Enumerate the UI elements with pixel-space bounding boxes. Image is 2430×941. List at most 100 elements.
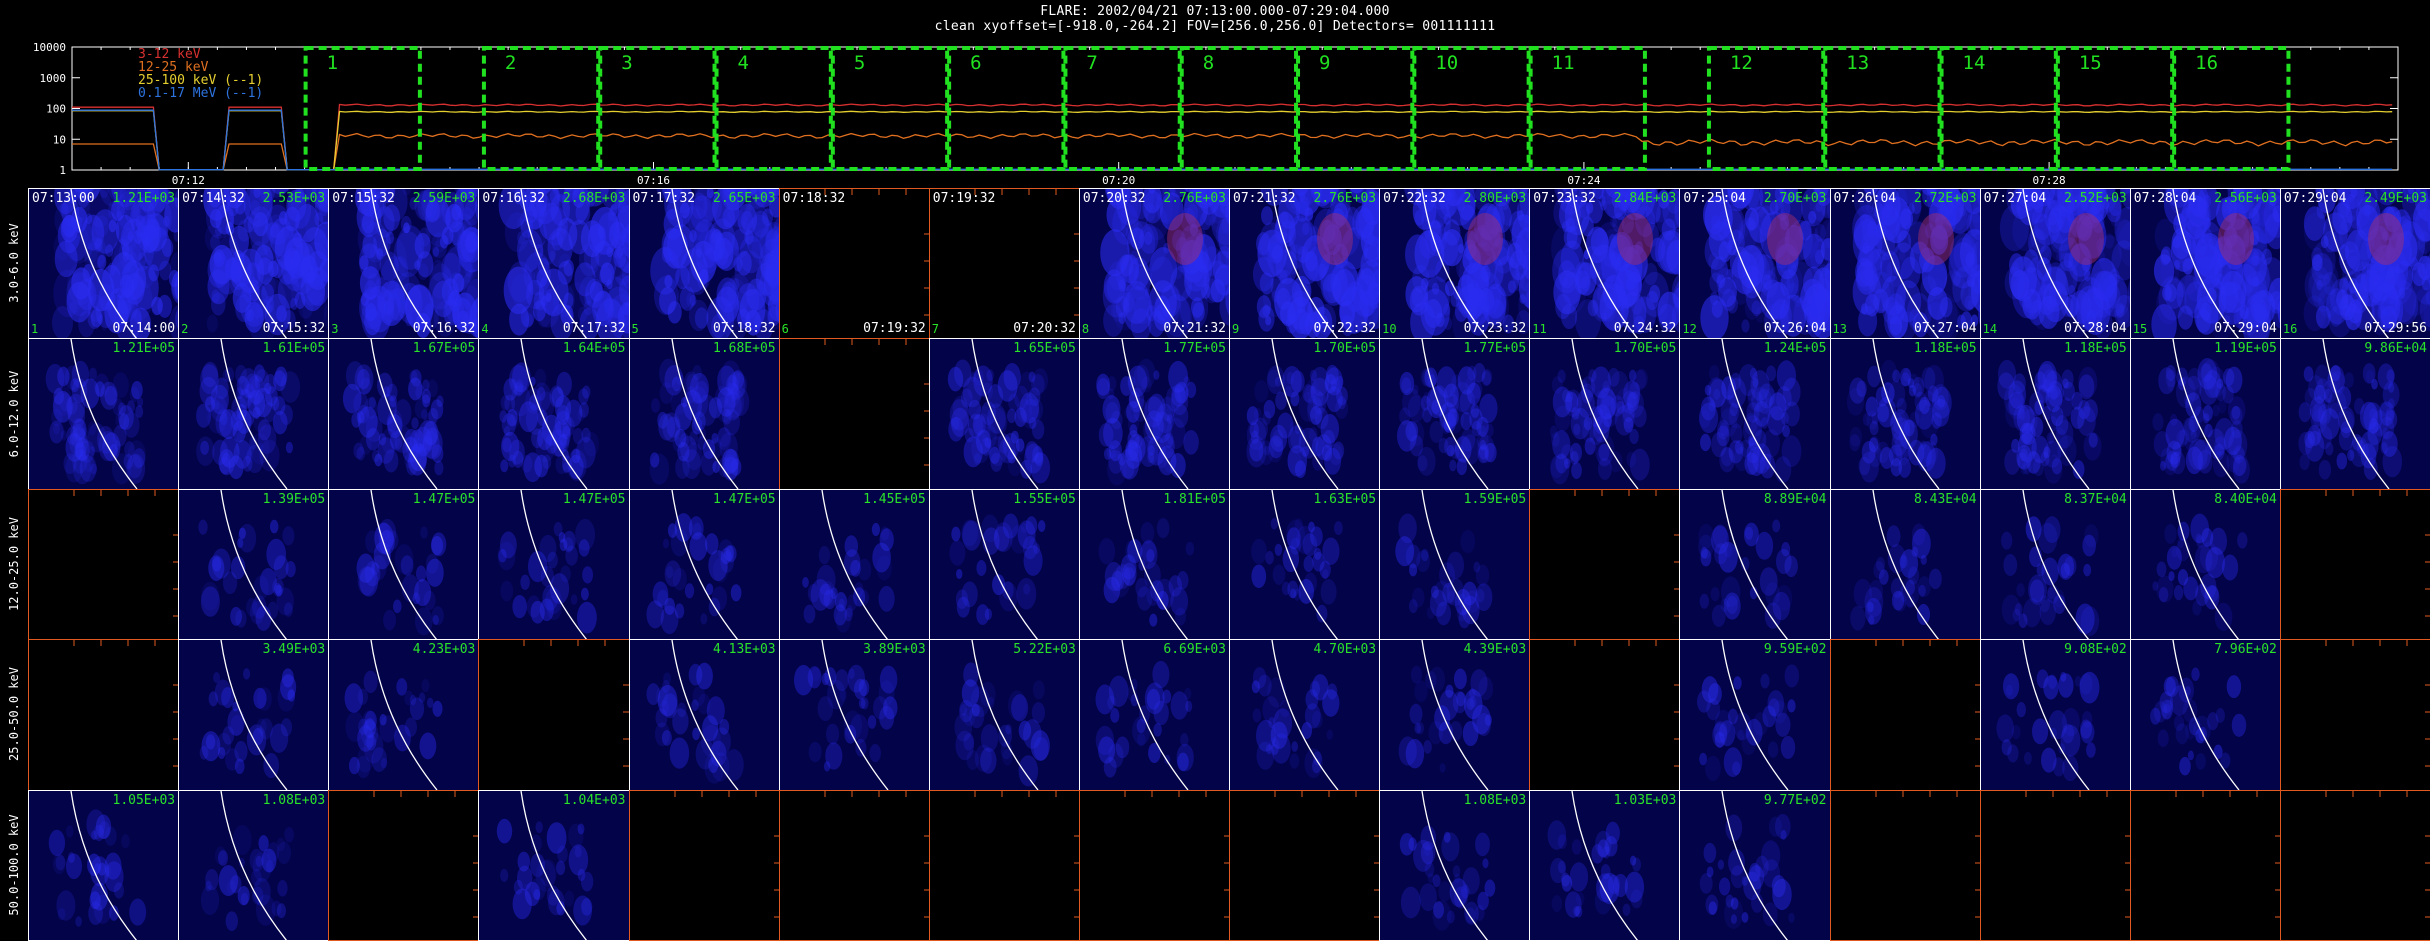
image-panel[interactable]: 1.64E+05 [478,338,629,489]
image-panel[interactable]: 2.56E+0307:28:0407:29:0415 [2130,188,2281,339]
image-panel[interactable] [1529,639,1680,790]
image-map [780,640,930,790]
image-panel[interactable]: 4.39E+03 [1379,639,1530,790]
image-panel[interactable]: 2.76E+0307:20:3207:21:328 [1079,188,1230,339]
image-panel[interactable] [1079,790,1230,941]
image-panel[interactable]: 1.70E+05 [1229,338,1380,489]
interval-end-time: 07:16:32 [413,321,476,336]
image-panel[interactable]: 2.59E+0307:15:3207:16:323 [328,188,479,339]
image-panel[interactable]: 6.69E+03 [1079,639,1230,790]
image-panel[interactable]: 9.77E+02 [1679,790,1830,941]
image-panel[interactable]: 1.45E+05 [779,489,930,640]
image-panel[interactable] [2280,639,2430,790]
image-panel[interactable] [28,639,179,790]
image-panel[interactable]: 2.72E+0307:26:0407:27:0413 [1830,188,1981,339]
emission-blob [1018,755,1037,786]
image-panel[interactable]: 1.67E+05 [328,338,479,489]
image-panel[interactable] [1529,489,1680,640]
emission-blob [1745,527,1753,540]
image-panel[interactable] [629,790,780,941]
image-panel[interactable]: 1.70E+05 [1529,338,1680,489]
image-panel[interactable]: 07:18:3207:19:326 [779,188,930,339]
image-map [329,640,479,790]
image-panel[interactable]: 2.80E+0307:22:3207:23:3210 [1379,188,1530,339]
image-panel[interactable]: 3.89E+03 [779,639,930,790]
image-panel[interactable]: 1.63E+05 [1229,489,1380,640]
image-panel[interactable]: 3.49E+03 [178,639,329,790]
image-panel[interactable]: 2.76E+0307:21:3207:22:329 [1229,188,1380,339]
image-map [329,490,479,640]
image-panel[interactable]: 5.22E+03 [929,639,1080,790]
image-panel[interactable]: 2.52E+0307:27:0407:28:0414 [1980,188,2131,339]
image-panel[interactable]: 1.39E+05 [178,489,329,640]
image-panel[interactable]: 9.59E+02 [1679,639,1830,790]
image-panel[interactable] [1980,790,2131,941]
image-panel[interactable]: 1.61E+05 [178,338,329,489]
emission-blob [2363,364,2376,385]
emission-blob [1018,721,1030,741]
image-panel[interactable]: 8.40E+04 [2130,489,2281,640]
peak-flux: 4.13E+03 [713,642,776,657]
image-panel[interactable]: 4.70E+03 [1229,639,1380,790]
image-panel[interactable]: 1.47E+05 [328,489,479,640]
image-panel[interactable] [28,489,179,640]
image-panel[interactable]: 1.18E+05 [1980,338,2131,489]
image-panel[interactable]: 9.08E+02 [1980,639,2131,790]
image-panel[interactable] [2280,790,2430,941]
image-panel[interactable]: 8.37E+04 [1980,489,2131,640]
emission-blob [1327,730,1333,740]
peak-flux: 2.70E+03 [1764,191,1827,206]
image-panel[interactable] [328,790,479,941]
image-panel[interactable]: 8.89E+04 [1679,489,1830,640]
image-panel[interactable]: 1.77E+05 [1079,338,1230,489]
emission-blob [2060,672,2066,682]
image-panel[interactable]: 9.86E+04 [2280,338,2430,489]
image-panel[interactable]: 1.04E+03 [478,790,629,941]
image-panel[interactable]: 1.47E+05 [478,489,629,640]
image-panel[interactable]: 4.13E+03 [629,639,780,790]
image-panel[interactable]: 1.81E+05 [1079,489,1230,640]
image-panel[interactable]: 1.65E+05 [929,338,1080,489]
image-panel[interactable]: 1.05E+03 [28,790,179,941]
image-panel[interactable]: 7.96E+02 [2130,639,2281,790]
interval-box [600,48,714,169]
peak-flux: 1.21E+03 [113,191,176,206]
image-panel[interactable]: 2.65E+0307:17:3207:18:325 [629,188,780,339]
image-panel[interactable]: 4.23E+03 [328,639,479,790]
image-panel[interactable] [1229,790,1380,941]
image-panel[interactable]: 8.43E+04 [1830,489,1981,640]
image-map [1831,189,1981,339]
image-panel[interactable]: 07:19:3207:20:327 [929,188,1080,339]
image-map [1981,490,2131,640]
emission-blob [1700,434,1711,451]
image-panel[interactable]: 1.47E+05 [629,489,780,640]
image-panel[interactable]: 2.68E+0307:16:3207:17:324 [478,188,629,339]
emission-blob [127,455,142,479]
image-panel[interactable] [1830,790,1981,941]
image-panel[interactable] [478,639,629,790]
image-panel[interactable]: 1.08E+03 [178,790,329,941]
image-panel[interactable]: 1.21E+05 [28,338,179,489]
image-panel[interactable] [2130,790,2281,941]
image-panel[interactable]: 1.77E+05 [1379,338,1530,489]
emission-blob [2318,286,2338,318]
image-panel[interactable]: 1.59E+05 [1379,489,1530,640]
image-panel[interactable]: 2.84E+0307:23:3207:24:3211 [1529,188,1680,339]
emission-blob [206,735,216,750]
image-panel[interactable]: 1.21E+0307:13:0007:14:001 [28,188,179,339]
image-panel[interactable]: 1.19E+05 [2130,338,2281,489]
image-panel[interactable] [779,790,930,941]
image-panel[interactable] [2280,489,2430,640]
image-panel[interactable] [779,338,930,489]
image-panel[interactable] [929,790,1080,941]
image-panel[interactable]: 1.68E+05 [629,338,780,489]
image-panel[interactable]: 1.18E+05 [1830,338,1981,489]
image-panel[interactable] [1830,639,1981,790]
image-panel[interactable]: 2.53E+0307:14:3207:15:322 [178,188,329,339]
image-panel[interactable]: 2.49E+0307:29:0407:29:5616 [2280,188,2430,339]
image-panel[interactable]: 2.70E+0307:25:0407:26:0412 [1679,188,1830,339]
image-panel[interactable]: 1.08E+03 [1379,790,1530,941]
image-panel[interactable]: 1.03E+03 [1529,790,1680,941]
image-panel[interactable]: 1.55E+05 [929,489,1080,640]
image-panel[interactable]: 1.24E+05 [1679,338,1830,489]
